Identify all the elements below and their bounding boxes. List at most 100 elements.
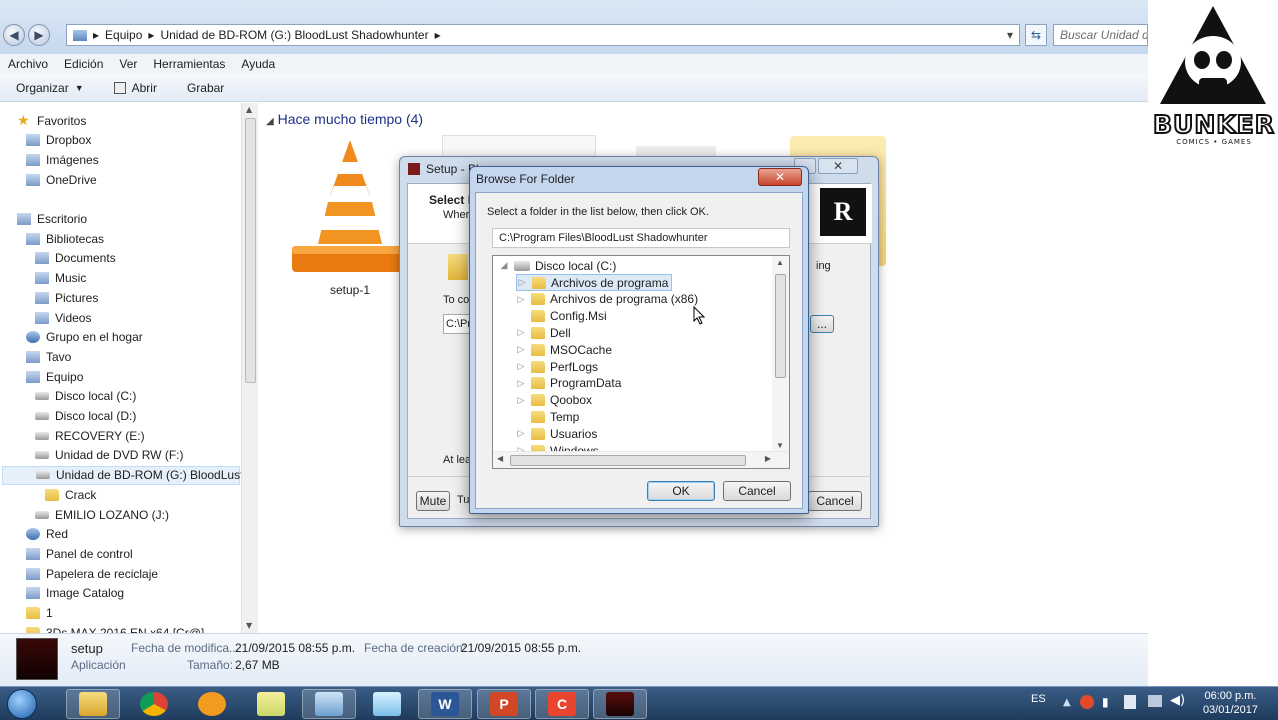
breadcrumb-equipo[interactable]: Equipo (105, 28, 142, 42)
nav-item[interactable]: ★ Favoritos (17, 111, 86, 130)
setup-cancel-button[interactable]: Cancel (808, 491, 862, 511)
folder-tree[interactable]: ◢ Disco local (C:) ▷ Archivos de programa… (492, 255, 790, 469)
language-indicator[interactable]: ES (1031, 693, 1046, 705)
tree-folder-item[interactable]: ▷ Archivos de programa (x86) (516, 291, 699, 308)
address-bar[interactable]: ▸ Equipo ▸ Unidad de BD-ROM (G:) BloodLu… (66, 24, 1020, 46)
tree-folder-item[interactable]: ▷ ProgramData (516, 375, 622, 392)
volume-icon[interactable]: ◀) (1170, 693, 1185, 708)
organize-button[interactable]: Organizar ▼ (0, 81, 94, 95)
menu-ayuda[interactable]: Ayuda (233, 57, 283, 71)
tree-root[interactable]: ◢ Disco local (C:) (499, 257, 617, 274)
nav-item[interactable]: 1 (26, 604, 53, 623)
taskbar-word[interactable]: W (418, 689, 472, 719)
expand-arrow-icon[interactable]: ▷ (516, 378, 526, 389)
ok-button[interactable]: OK (647, 481, 715, 501)
start-button[interactable] (2, 687, 42, 720)
expand-arrow-icon[interactable]: ▷ (516, 361, 526, 372)
menu-herramientas[interactable]: Herramientas (145, 57, 233, 71)
tree-folder-item[interactable]: ▷ MSOCache (516, 341, 613, 358)
search-input[interactable]: Buscar Unidad de (1053, 24, 1148, 46)
taskbar-camtasia[interactable]: C (535, 689, 589, 719)
tree-folder-item[interactable]: ▷ Archivos de programa (516, 274, 673, 291)
tray-app-icon[interactable] (1080, 695, 1094, 709)
taskbar-chrome[interactable] (127, 689, 181, 719)
nav-item[interactable]: Papelera de reciclaje (26, 564, 158, 583)
taskbar-app5[interactable] (302, 689, 356, 719)
menu-archivo[interactable]: Archivo (0, 57, 56, 71)
scroll-right-icon[interactable]: ▶ (765, 454, 771, 463)
dialog-close-button[interactable]: ✕ (758, 168, 802, 186)
refresh-button[interactable]: ⇆ (1025, 24, 1047, 46)
tree-folder-item[interactable]: Config.Msi (516, 308, 607, 325)
expand-arrow-icon[interactable]: ▷ (517, 277, 527, 288)
open-button[interactable]: Abrir (104, 81, 167, 95)
scroll-left-icon[interactable]: ◀ (497, 454, 503, 463)
nav-item[interactable]: Equipo (26, 367, 83, 386)
nav-item[interactable]: Disco local (C:) (35, 387, 136, 406)
nav-item[interactable]: Documents (35, 249, 116, 268)
taskbar-app3[interactable] (185, 689, 239, 719)
nav-item[interactable]: Tavo (26, 347, 71, 366)
taskbar-explorer[interactable] (66, 689, 120, 719)
expand-arrow-icon[interactable]: ▷ (516, 395, 526, 406)
nav-item[interactable]: Videos (35, 308, 91, 327)
nav-item[interactable]: Pictures (35, 288, 98, 307)
nav-item[interactable]: RECOVERY (E:) (35, 426, 145, 445)
burn-button[interactable]: Grabar (177, 81, 234, 95)
nav-scroll-thumb[interactable] (245, 118, 256, 383)
expand-arrow-icon[interactable]: ▷ (516, 294, 526, 305)
tree-folder-item[interactable]: Temp (516, 408, 579, 425)
nav-item[interactable]: Unidad de BD-ROM (G:) BloodLust Sh (2, 465, 258, 485)
taskbar-game-setup[interactable] (593, 689, 647, 719)
scroll-down-icon[interactable]: ▼ (246, 621, 252, 630)
nav-item[interactable]: Disco local (D:) (35, 407, 136, 426)
tree-scroll-thumb[interactable] (775, 274, 786, 378)
nav-item[interactable]: Grupo en el hogar (26, 328, 143, 347)
scroll-up-icon[interactable]: ▲ (246, 105, 252, 114)
forward-button[interactable]: ▶ (28, 24, 50, 46)
flag-icon[interactable] (1124, 695, 1136, 709)
scroll-up-icon[interactable]: ▲ (776, 258, 784, 267)
breadcrumb-drive[interactable]: Unidad de BD-ROM (G:) BloodLust Shadowhu… (160, 28, 428, 42)
nav-scrollbar[interactable]: ▲ ▼ (241, 103, 258, 633)
taskbar-app6[interactable] (360, 689, 414, 719)
expand-arrow-icon[interactable]: ▷ (516, 344, 526, 355)
file-tile-partial[interactable] (636, 146, 716, 156)
system-clock[interactable]: 06:00 p.m. 03/01/2017 (1203, 689, 1258, 717)
setup-browse-button[interactable]: ... (810, 315, 834, 333)
file-tile-partial[interactable] (442, 135, 596, 157)
nav-item[interactable]: 3Ds MAX 2016 EN x64 [Cr@] (26, 623, 204, 633)
nav-item[interactable]: Music (35, 269, 86, 288)
menu-edicion[interactable]: Edición (56, 57, 111, 71)
tree-hscroll-thumb[interactable] (510, 455, 746, 466)
network-status-icon[interactable] (1148, 695, 1162, 707)
file-tile-setup-1[interactable]: setup-1 (286, 136, 414, 301)
nav-item[interactable]: Dropbox (26, 131, 91, 150)
nav-item[interactable]: Imágenes (26, 150, 99, 169)
nav-item[interactable]: EMILIO LOZANO (J:) (35, 505, 169, 524)
menu-ver[interactable]: Ver (111, 57, 145, 71)
address-dropdown-icon[interactable]: ▾ (1007, 28, 1013, 42)
group-heading[interactable]: ◢ Hace mucho tiempo (4) (266, 111, 423, 127)
taskbar-powerpoint[interactable]: P (477, 689, 531, 719)
tree-horizontal-scrollbar[interactable]: ◀ ▶ (493, 451, 789, 468)
taskbar-app4[interactable] (244, 689, 298, 719)
expanded-arrow-icon[interactable]: ◢ (499, 260, 509, 271)
tree-vertical-scrollbar[interactable]: ▲ ▼ (772, 256, 789, 452)
nav-item[interactable]: Escritorio (17, 210, 87, 229)
setup-close-button[interactable]: ✕ (818, 158, 858, 174)
tree-folder-item[interactable]: ▷ Qoobox (516, 392, 593, 409)
nav-item[interactable]: Bibliotecas (26, 229, 104, 248)
expand-arrow-icon[interactable]: ▷ (516, 428, 526, 439)
tree-folder-item[interactable]: ▷ Usuarios (516, 425, 598, 442)
expand-arrow-icon[interactable]: ▷ (516, 327, 526, 338)
tree-folder-item[interactable]: ▷ Dell (516, 324, 571, 341)
signal-icon[interactable]: ▮ (1102, 695, 1109, 709)
nav-item[interactable]: OneDrive (26, 170, 97, 189)
tree-folder-item[interactable]: ▷ PerfLogs (516, 358, 599, 375)
show-hidden-icons-icon[interactable]: ▲ (1063, 697, 1071, 708)
nav-item[interactable]: Image Catalog (26, 584, 124, 603)
back-button[interactable]: ◀ (3, 24, 25, 46)
scroll-down-icon[interactable]: ▼ (776, 441, 784, 450)
nav-item[interactable]: Red (26, 525, 68, 544)
